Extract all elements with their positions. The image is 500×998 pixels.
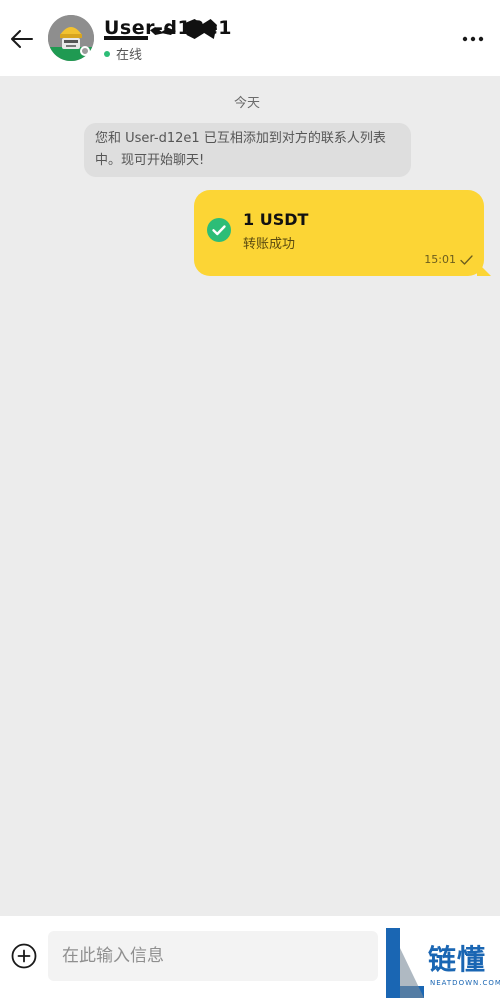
status-label: 在线 bbox=[116, 48, 143, 63]
watermark-subtitle: NEATDOWN.COM bbox=[430, 979, 500, 987]
more-options-button[interactable] bbox=[460, 29, 486, 49]
arrow-left-icon bbox=[11, 30, 33, 48]
transfer-status: 转账成功 bbox=[243, 237, 296, 252]
l-logo-icon bbox=[386, 928, 424, 998]
avatar-badge bbox=[80, 46, 90, 56]
message-input[interactable] bbox=[48, 931, 378, 981]
date-separator: 今天 bbox=[233, 96, 260, 111]
checkmark-icon bbox=[460, 255, 473, 265]
add-attachment-button[interactable] bbox=[11, 943, 37, 969]
check-circle-icon bbox=[207, 218, 231, 242]
watermark-logo: 链懂 NEATDOWN.COM bbox=[386, 928, 500, 998]
transfer-amount: 1 USDT bbox=[243, 210, 309, 229]
chat-header: User-d12e1 在线 bbox=[0, 0, 500, 76]
watermark-title: 链懂 bbox=[428, 943, 487, 976]
message-timestamp: 15:01 bbox=[424, 253, 456, 266]
redaction-mark bbox=[104, 36, 148, 40]
plus-circle-icon bbox=[11, 943, 37, 969]
more-horizontal-icon bbox=[462, 36, 484, 42]
online-status: 在线 bbox=[104, 44, 142, 63]
online-dot-icon bbox=[104, 50, 110, 57]
bubble-tail bbox=[477, 262, 491, 276]
system-message: 您和 User-d12e1 已互相添加到对方的联系人列表中。现可开始聊天! bbox=[84, 123, 411, 177]
back-button[interactable] bbox=[9, 26, 35, 52]
chat-messages-area[interactable]: 今天 您和 User-d12e1 已互相添加到对方的联系人列表中。现可开始聊天!… bbox=[0, 76, 500, 916]
transfer-message-bubble[interactable]: 1 USDT 转账成功 15:01 bbox=[194, 190, 491, 276]
